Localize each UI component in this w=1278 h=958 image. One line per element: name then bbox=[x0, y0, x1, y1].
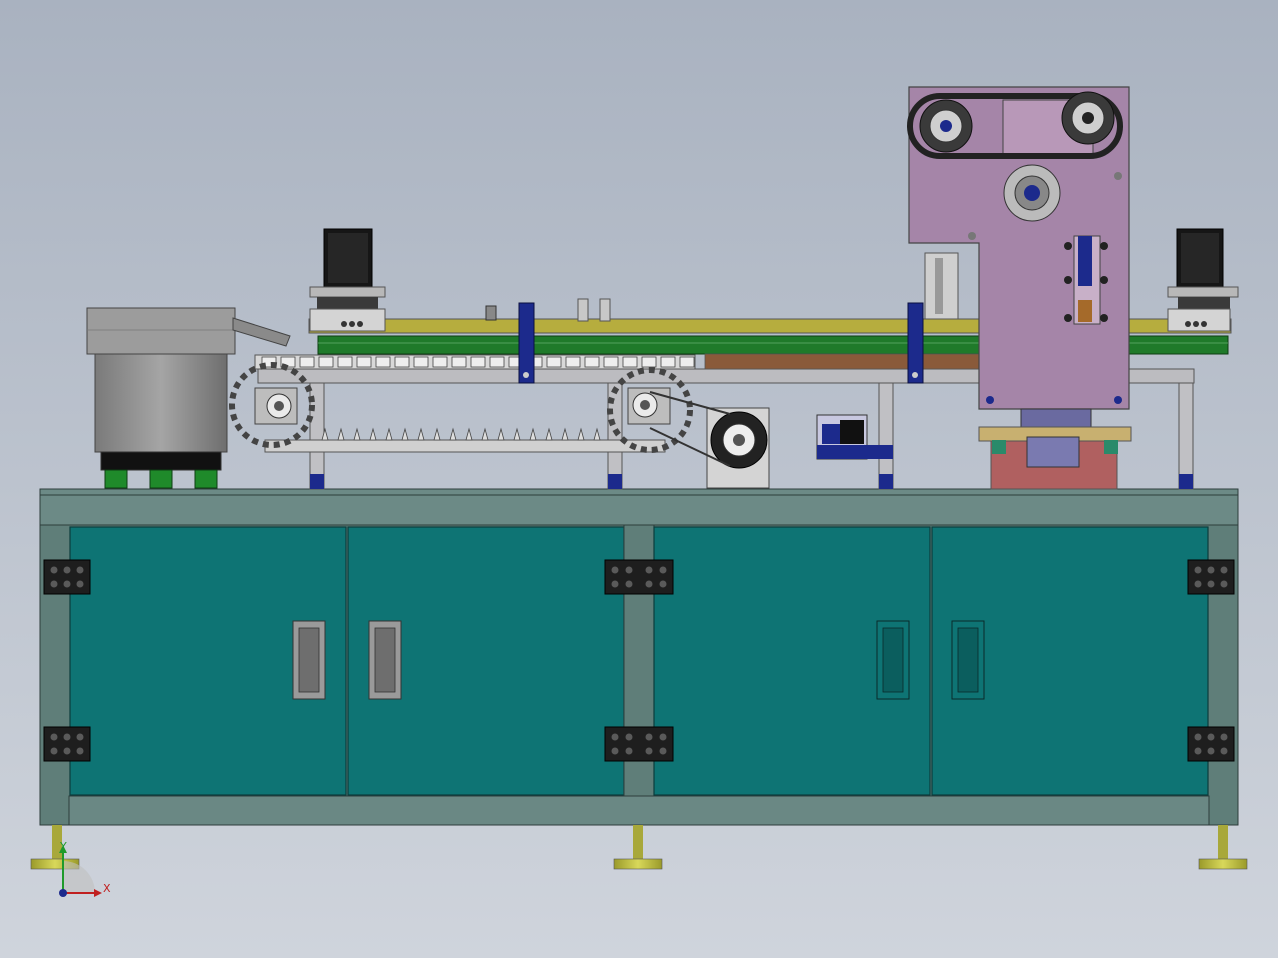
axis-x-label: X bbox=[103, 882, 111, 895]
hinge-icon bbox=[1187, 559, 1235, 595]
feeder-foot bbox=[194, 469, 218, 489]
bracket bbox=[907, 302, 924, 384]
chain-link bbox=[546, 356, 562, 368]
door-handle-icon[interactable] bbox=[951, 620, 985, 700]
hinge-icon bbox=[604, 726, 674, 762]
pulley-icon bbox=[1061, 91, 1115, 145]
chain-link bbox=[356, 356, 372, 368]
door-handle-icon[interactable] bbox=[368, 620, 402, 700]
bracket bbox=[518, 302, 535, 384]
chain-link bbox=[318, 356, 334, 368]
hinge-icon bbox=[1187, 726, 1235, 762]
chain-link bbox=[565, 356, 581, 368]
door-handle-icon[interactable] bbox=[876, 620, 910, 700]
chain-link bbox=[451, 356, 467, 368]
chain-link bbox=[394, 356, 410, 368]
chain-link bbox=[470, 356, 486, 368]
feeder-foot bbox=[149, 469, 173, 489]
axis-y-label: Y bbox=[59, 840, 67, 853]
chain-link bbox=[679, 356, 695, 368]
feeder-foot bbox=[104, 469, 128, 489]
cad-viewport[interactable]: Y X bbox=[0, 0, 1278, 958]
machine-assembly-drawing: Y X bbox=[0, 0, 1278, 958]
chain-link bbox=[584, 356, 600, 368]
chain-link bbox=[622, 356, 638, 368]
table-top bbox=[39, 488, 1239, 526]
chain-link bbox=[660, 356, 676, 368]
base-cabinet bbox=[30, 488, 1248, 870]
pulley-icon bbox=[1003, 164, 1061, 222]
door-handle-icon[interactable] bbox=[292, 620, 326, 700]
chain-link bbox=[603, 356, 619, 368]
hinge-icon bbox=[43, 559, 91, 595]
chain-link bbox=[299, 356, 315, 368]
chain-link bbox=[489, 356, 505, 368]
pulley-icon bbox=[919, 99, 973, 153]
chain-link bbox=[641, 356, 657, 368]
chain-link bbox=[337, 356, 353, 368]
chain-link bbox=[375, 356, 391, 368]
hinge-icon bbox=[604, 559, 674, 595]
hinge-icon bbox=[43, 726, 91, 762]
chain-link bbox=[432, 356, 448, 368]
chain-link bbox=[413, 356, 429, 368]
